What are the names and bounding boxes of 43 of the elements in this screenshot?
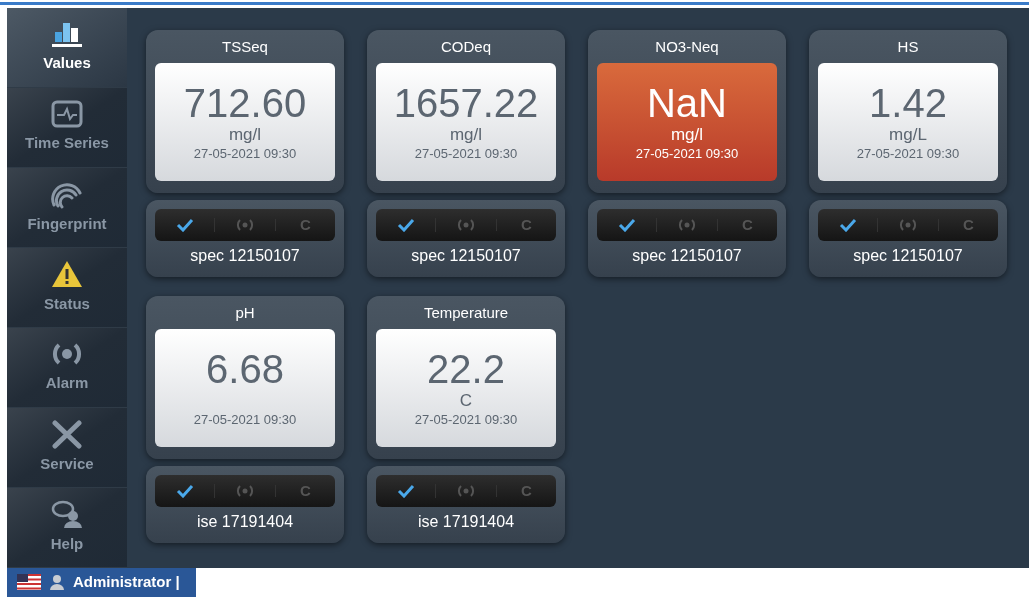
measured-value: 1.42 <box>869 80 947 125</box>
monitor-icon <box>50 100 84 129</box>
measured-value: 1657.22 <box>393 80 539 125</box>
parameter-name: HS <box>897 36 919 57</box>
measured-value: 22.2 <box>427 346 505 391</box>
parameter-name: NO3-Neq <box>655 36 719 57</box>
timestamp: 27-05-2021 09:30 <box>856 144 960 163</box>
nav-item[interactable]: Values <box>7 7 127 88</box>
nav-item[interactable]: Time Series <box>7 87 127 168</box>
nav-item[interactable]: Service <box>7 407 127 488</box>
help-chat-icon <box>50 499 84 530</box>
parameter-name: Temperature <box>423 302 509 323</box>
parameter-name: pH <box>235 302 255 323</box>
bar-chart-icon <box>50 20 84 49</box>
parameter-name: TSSeq <box>222 36 268 57</box>
measured-value: 6.68 <box>206 346 284 391</box>
nav-item[interactable]: Fingerprint <box>7 167 127 248</box>
unit: mg/l <box>670 124 704 145</box>
sensor-id: ise 17191404 <box>417 511 515 532</box>
nav-item[interactable]: Help <box>7 487 127 568</box>
user-name: Administrator | <box>73 572 180 593</box>
unit: mg/l <box>228 124 262 145</box>
unit: C <box>459 390 473 411</box>
timestamp: 27-05-2021 09:30 <box>193 410 297 429</box>
sensor-id: ise 17191404 <box>196 511 294 532</box>
sensor-id: spec 12150107 <box>853 245 963 266</box>
sensor-id: spec 12150107 <box>190 245 300 266</box>
nav-item[interactable]: Status <box>7 247 127 328</box>
parameter-name: CODeq <box>441 36 491 57</box>
timestamp: 27-05-2021 09:30 <box>414 410 518 429</box>
timestamp: 27-05-2021 09:30 <box>635 144 739 163</box>
measured-value: 712.60 <box>183 80 307 125</box>
measured-value: NaN <box>647 80 727 125</box>
nav-item[interactable]: Alarm <box>7 327 127 408</box>
user-icon <box>49 574 65 591</box>
unit: mg/L <box>889 124 927 145</box>
warning-icon <box>50 259 84 290</box>
unit: mg/l <box>449 124 483 145</box>
sensor-id: spec 12150107 <box>632 245 742 266</box>
flag-icon <box>17 574 41 591</box>
timestamp: 27-05-2021 09:30 <box>193 144 297 163</box>
sensor-id: spec 12150107 <box>411 245 521 266</box>
timestamp: 27-05-2021 09:30 <box>414 144 518 163</box>
